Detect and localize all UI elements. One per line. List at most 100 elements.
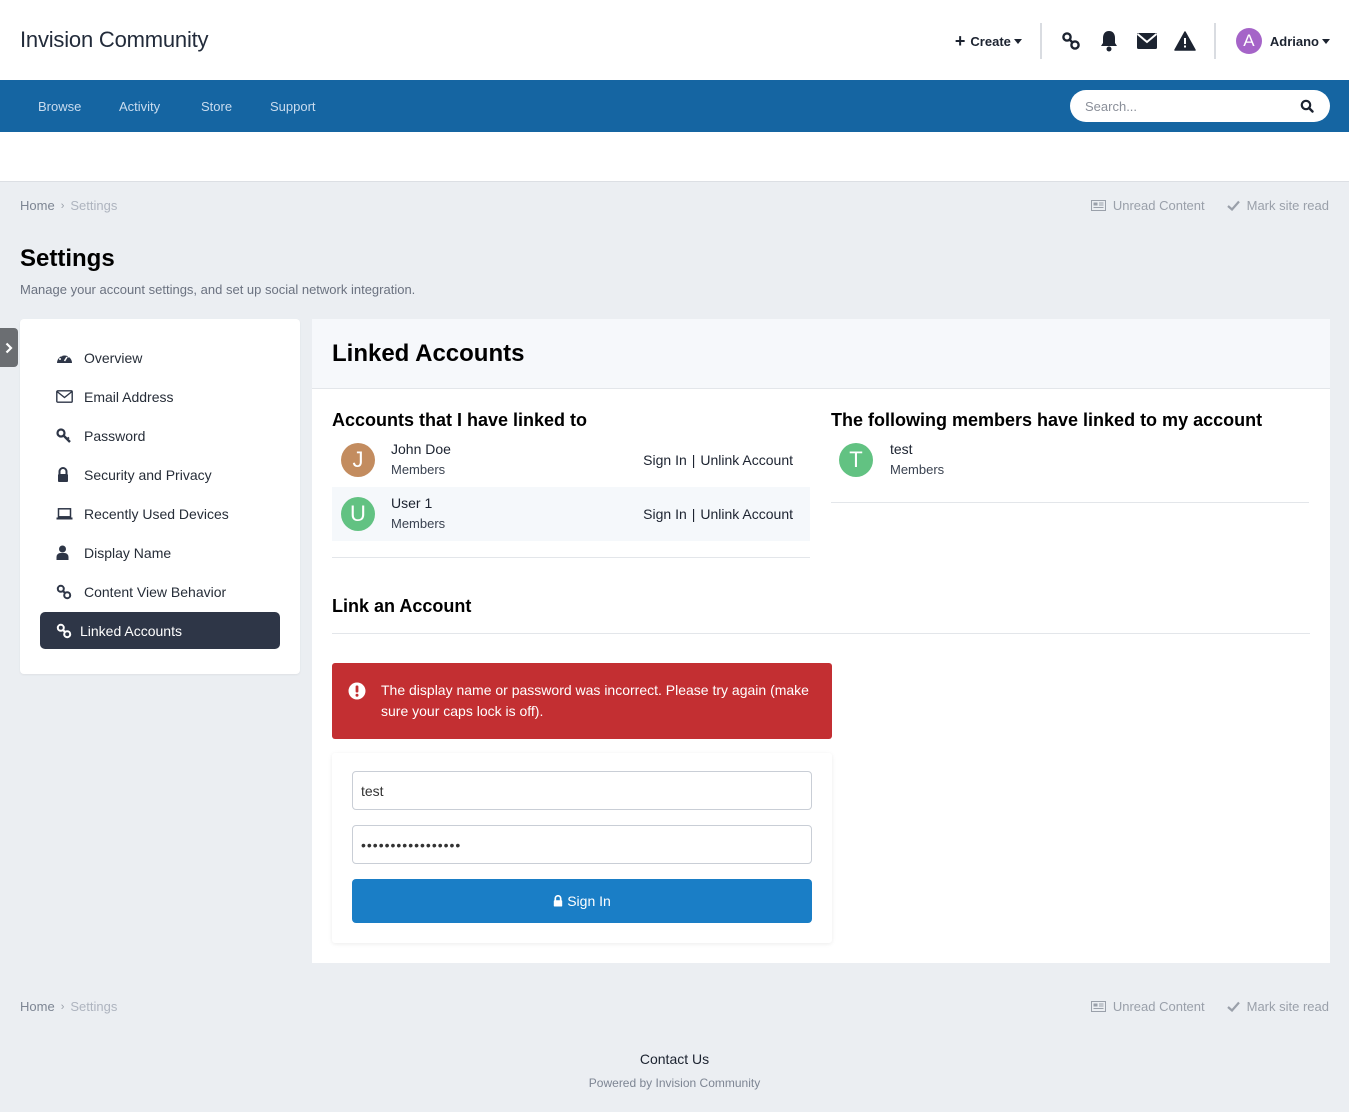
check-icon — [1226, 200, 1240, 211]
sidebar-item-password[interactable]: Password — [40, 417, 280, 454]
search-input[interactable] — [1085, 90, 1285, 122]
user-menu[interactable]: A Adriano — [1216, 28, 1330, 54]
account-name[interactable]: User 1 — [391, 495, 432, 511]
notification-icons — [1042, 22, 1214, 60]
sidebar-toggle[interactable] — [0, 328, 18, 367]
mark-site-read-link[interactable]: Mark site read — [1226, 999, 1329, 1014]
sidebar-item-label: Linked Accounts — [80, 622, 182, 639]
unlink-account-link[interactable]: Unlink Account — [700, 452, 793, 468]
main-panel: Linked Accounts Accounts that I have lin… — [312, 319, 1330, 963]
envelope-icon — [1136, 33, 1158, 49]
footer-breadcrumb: Home › Settings — [20, 999, 117, 1014]
lock-icon — [554, 895, 563, 907]
sign-in-link[interactable]: Sign In — [643, 452, 687, 468]
sub-nav-bar — [0, 132, 1349, 182]
breadcrumb-home[interactable]: Home — [20, 198, 55, 213]
exclamation-circle-icon — [348, 682, 366, 700]
avatar[interactable]: T — [839, 443, 873, 477]
page-title: Settings — [20, 245, 115, 272]
sidebar-item-content-view[interactable]: Content View Behavior — [40, 573, 280, 610]
unread-content-link[interactable]: Unread Content — [1090, 999, 1205, 1014]
sign-in-link[interactable]: Sign In — [643, 506, 687, 522]
password-field[interactable] — [352, 825, 812, 864]
link-icon — [1062, 32, 1080, 50]
create-label: Create — [970, 33, 1011, 49]
user-avatar: A — [1235, 28, 1262, 54]
account-actions: Sign In | Unlink Account — [643, 452, 793, 468]
sidebar-item-linked-accounts[interactable]: Linked Accounts — [40, 612, 280, 649]
account-group: Members — [890, 462, 945, 477]
contact-us-link[interactable]: Contact Us — [0, 1051, 1349, 1067]
sidebar-item-display-name[interactable]: Display Name — [40, 534, 280, 571]
account-name[interactable]: John Doe — [391, 441, 451, 457]
avatar[interactable]: J — [341, 443, 375, 477]
chevron-right-icon: › — [60, 1000, 65, 1013]
sign-in-label: Sign In — [567, 893, 611, 909]
unread-content-link[interactable]: Unread Content — [1090, 198, 1205, 213]
sidebar-item-label: Recently Used Devices — [84, 505, 229, 522]
link-icon — [56, 584, 74, 600]
nav-activity[interactable]: Activity — [119, 99, 160, 114]
newspaper-icon — [1090, 200, 1106, 211]
breadcrumb-home[interactable]: Home — [20, 999, 55, 1014]
linked-to-title: Accounts that I have linked to — [332, 410, 588, 430]
divider — [831, 502, 1309, 503]
reports-button[interactable] — [1166, 22, 1204, 60]
avatar[interactable]: U — [341, 497, 375, 531]
account-group: Members — [391, 516, 446, 531]
nav-store[interactable]: Store — [201, 99, 232, 114]
site-logo[interactable]: Invision Community — [20, 27, 209, 53]
chevron-right-icon — [5, 342, 13, 353]
account-group: Members — [391, 462, 446, 477]
breadcrumb: Home › Settings — [20, 198, 117, 213]
user-name: Adriano — [1269, 33, 1319, 49]
linked-account-row: J John Doe Members Sign In | Unlink Acco… — [332, 433, 810, 487]
search-box — [1070, 90, 1330, 122]
divider — [332, 633, 1310, 634]
messages-button[interactable] — [1128, 22, 1166, 60]
mark-site-read-link[interactable]: Mark site read — [1226, 198, 1329, 213]
breadcrumb-current[interactable]: Settings — [70, 198, 117, 213]
check-icon — [1226, 1001, 1240, 1012]
separator: | — [691, 452, 696, 468]
unlink-account-link[interactable]: Unlink Account — [700, 506, 793, 522]
link-account-form: Sign In — [332, 753, 832, 943]
divider — [332, 557, 810, 558]
sidebar-item-label: Display Name — [84, 544, 172, 561]
sidebar-item-label: Password — [84, 427, 146, 444]
create-button[interactable]: + Create — [955, 32, 1040, 50]
nav-browse[interactable]: Browse — [38, 99, 81, 114]
sidebar-item-email-address[interactable]: Email Address — [40, 378, 280, 415]
error-text: The display name or password was incorre… — [381, 682, 809, 719]
username-field[interactable] — [352, 771, 812, 810]
account-name[interactable]: test — [890, 441, 913, 457]
lock-icon — [56, 466, 74, 483]
sidebar-item-recent-devices[interactable]: Recently Used Devices — [40, 495, 280, 532]
search-icon[interactable] — [1300, 99, 1314, 113]
link-account-title: Link an Account — [332, 596, 472, 616]
link-icon — [56, 623, 74, 639]
key-icon — [56, 427, 74, 444]
notifications-button[interactable] — [1090, 22, 1128, 60]
linked-accounts-button[interactable] — [1052, 22, 1090, 60]
sidebar-item-security-privacy[interactable]: Security and Privacy — [40, 456, 280, 493]
powered-by-link[interactable]: Powered by Invision Community — [0, 1076, 1349, 1090]
sidebar-item-overview[interactable]: Overview — [40, 339, 280, 376]
newspaper-icon — [1090, 1001, 1106, 1012]
caret-down-icon — [1322, 38, 1330, 44]
sidebar-item-label: Overview — [84, 349, 143, 366]
unread-content-label: Unread Content — [1112, 999, 1205, 1014]
laptop-icon — [56, 507, 74, 520]
breadcrumb-current[interactable]: Settings — [70, 999, 117, 1014]
mark-site-read-label: Mark site read — [1246, 198, 1329, 213]
account-actions: Sign In | Unlink Account — [643, 506, 793, 522]
site-header: Invision Community + Create A Adriano — [0, 0, 1349, 80]
nav-support[interactable]: Support — [270, 99, 316, 114]
linked-from-title: The following members have linked to my … — [831, 410, 1263, 430]
sign-in-button[interactable]: Sign In — [352, 879, 812, 923]
unread-content-label: Unread Content — [1112, 198, 1205, 213]
envelope-icon — [56, 390, 74, 403]
linked-account-row: U User 1 Members Sign In | Unlink Accoun… — [332, 487, 810, 541]
bell-icon — [1100, 31, 1117, 52]
user-icon — [56, 545, 74, 560]
